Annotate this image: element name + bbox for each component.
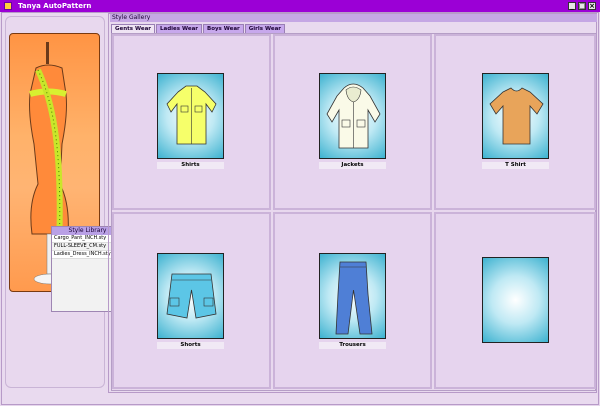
shirt-icon[interactable] (157, 73, 224, 159)
gallery-label: Trousers (319, 342, 386, 349)
close-button[interactable]: × (588, 2, 596, 10)
tab-girls-wear[interactable]: Girls Wear (244, 24, 285, 33)
minimize-button[interactable]: _ (568, 2, 576, 10)
shorts-icon[interactable] (157, 253, 224, 339)
window-title: Tanya AutoPattern (18, 2, 92, 10)
jacket-icon[interactable] (319, 73, 386, 159)
gallery-label: Shirts (157, 162, 224, 169)
maximize-button[interactable]: □ (578, 2, 586, 10)
category-tabs: Gents Wear Ladies Wear Boys Wear Girls W… (111, 24, 285, 33)
style-gallery-title: Style Gallery (110, 14, 597, 22)
trousers-icon[interactable] (319, 253, 386, 339)
tshirt-icon[interactable] (482, 73, 549, 159)
gallery-label: Jackets (319, 162, 386, 169)
tab-ladies-wear[interactable]: Ladies Wear (156, 24, 202, 33)
empty-thumbnail[interactable] (482, 257, 549, 343)
title-bar: Tanya AutoPattern _ □ × (0, 0, 600, 12)
app-icon (4, 2, 12, 10)
tab-boys-wear[interactable]: Boys Wear (203, 24, 244, 33)
gallery-label: T Shirt (482, 162, 549, 169)
tab-gents-wear[interactable]: Gents Wear (111, 24, 156, 33)
gallery-label: Shorts (157, 342, 224, 349)
